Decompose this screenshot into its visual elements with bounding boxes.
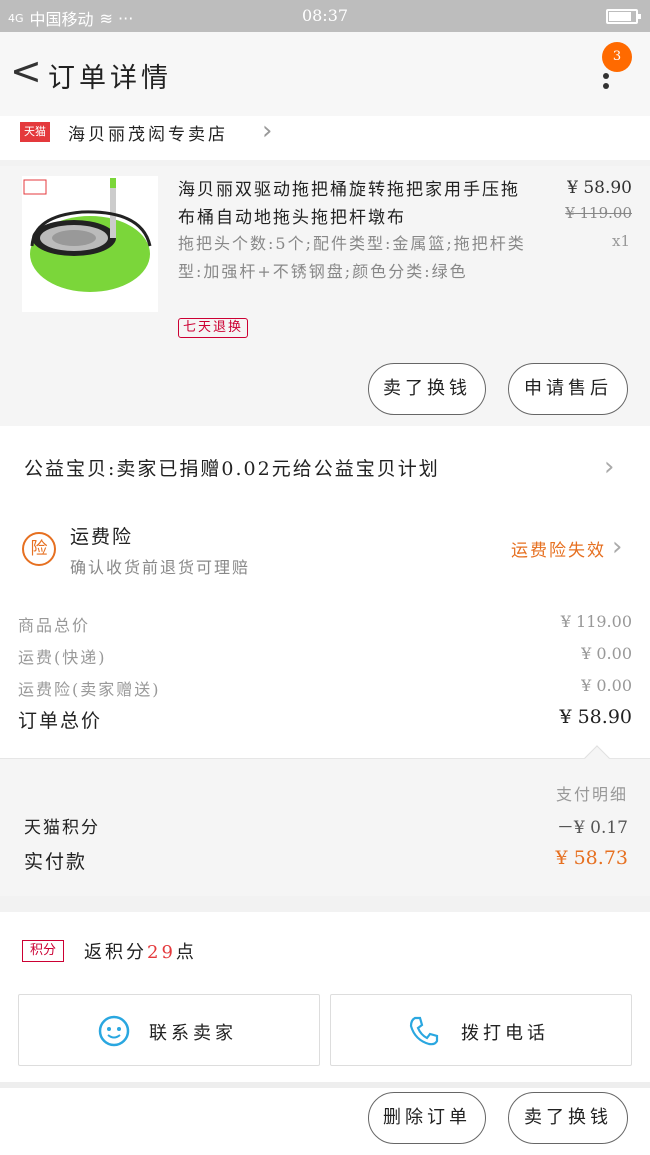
nav-header: < 订单详情 3 [0,32,650,116]
chevron-right-icon: › [262,116,273,146]
charity-text: 公益宝贝:卖家已捐赠0.02元给公益宝贝计划 [24,458,440,480]
goods-total-label: 商品总价 [18,616,91,635]
notification-badge: 3 [602,42,632,72]
product-spec: 拖把头个数:5个;配件类型:金属篮;拖把杆类型:加强杆+不锈钢盘;颜色分类:绿色 [178,234,526,281]
status-bar: 4G 中国移动 ≋ ··· 08:37 [0,0,650,32]
original-price: ¥ 119.00 [565,204,632,222]
battery-level [609,12,632,21]
payment-detail-label: 支付明细 [555,785,628,804]
return-policy-tag: 七天退换 [178,318,249,338]
insurance-title: 运费险 [70,526,134,548]
product-image[interactable] [22,176,158,312]
product-quantity: x1 [611,232,630,250]
more-menu-icon[interactable] [603,70,611,93]
points-rebate-suffix: 点 [175,942,197,963]
page-title: 订单详情 [48,63,172,94]
insurance-subtitle: 确认收货前退货可理赔 [70,558,251,577]
call-phone-button[interactable]: 拨打电话 [330,994,632,1066]
tmall-logo: 天猫 [20,122,50,142]
chevron-right-icon: › [612,532,623,562]
footer-sell-for-cash-button[interactable]: 卖了换钱 [508,1092,628,1144]
clock: 08:37 [301,6,349,25]
insurance-icon: 险 [22,532,56,566]
insurance-cost-label: 运费险(卖家赠送) [18,680,161,699]
shipping-label: 运费(快递) [18,648,107,667]
points-rebate-count: 29 [147,942,176,963]
product-name: 海贝丽双驱动拖把桶旋转拖把家用手压拖布桶自动地拖头拖把杆墩布 [178,180,520,228]
points-rebate-prefix: 返积分 [84,942,147,963]
cost-summary: 商品总价 ¥ 119.00 运费(快递) ¥ 0.00 运费险(卖家赠送) ¥ … [0,586,650,758]
points-section: 积分 返积分29点 联系卖家 拨打电话 [0,912,650,1082]
points-badge: 积分 [22,940,64,962]
contact-seller-button[interactable]: 联系卖家 [18,994,320,1066]
chevron-right-icon: › [604,452,617,482]
paid-amount-label: 实付款 [24,851,88,873]
sell-for-cash-button[interactable]: 卖了换钱 [368,363,486,415]
battery-icon [606,9,641,24]
call-phone-label: 拨打电话 [461,1023,549,1044]
charity-row[interactable]: 公益宝贝:卖家已捐赠0.02元给公益宝贝计划 › [0,426,650,516]
back-arrow-icon[interactable]: < [10,52,42,90]
insurance-status: 运费险失效 [511,541,606,561]
shipping-value: ¥ 0.00 [581,644,632,663]
points-deduction-label: 天猫积分 [24,818,100,838]
points-deduction-value: －¥ 0.17 [556,818,628,838]
product-price: ¥ 58.90 [567,178,632,198]
order-total-line: 订单总价 ¥ 58.90 [18,706,632,733]
contact-seller-label: 联系卖家 [149,1023,237,1044]
paid-amount-value: ¥ 58.73 [555,847,628,869]
bottom-action-bar: 删除订单 卖了换钱 [0,1082,650,1155]
goods-total-value: ¥ 119.00 [560,612,632,631]
store-name: 海贝丽茂闳专卖店 [68,125,228,145]
apply-aftersale-button[interactable]: 申请售后 [508,363,628,415]
goods-total-line: 商品总价 ¥ 119.00 [18,612,632,636]
order-total-value: ¥ 58.90 [559,706,632,728]
chat-bubble-icon [98,1015,130,1047]
payment-detail: 支付明细 天猫积分 －¥ 0.17 实付款 ¥ 58.73 [0,745,650,896]
phone-icon [409,1016,439,1046]
product-card[interactable]: 海贝丽双驱动拖把桶旋转拖把家用手压拖布桶自动地拖头拖把杆墩布 拖把头个数:5个;… [0,166,650,426]
order-total-label: 订单总价 [18,710,103,732]
insurance-cost-value: ¥ 0.00 [581,676,632,695]
mop-bucket-icon [23,178,152,292]
shipping-line: 运费(快递) ¥ 0.00 [18,644,632,668]
points-rebate-text: 返积分29点 [84,938,197,964]
delete-order-button[interactable]: 删除订单 [368,1092,486,1144]
store-row[interactable]: 天猫 海贝丽茂闳专卖店 › [0,116,650,160]
insurance-cost-line: 运费险(卖家赠送) ¥ 0.00 [18,676,632,700]
freight-insurance-row[interactable]: 险 运费险 确认收货前退货可理赔 运费险失效 › [0,516,650,586]
